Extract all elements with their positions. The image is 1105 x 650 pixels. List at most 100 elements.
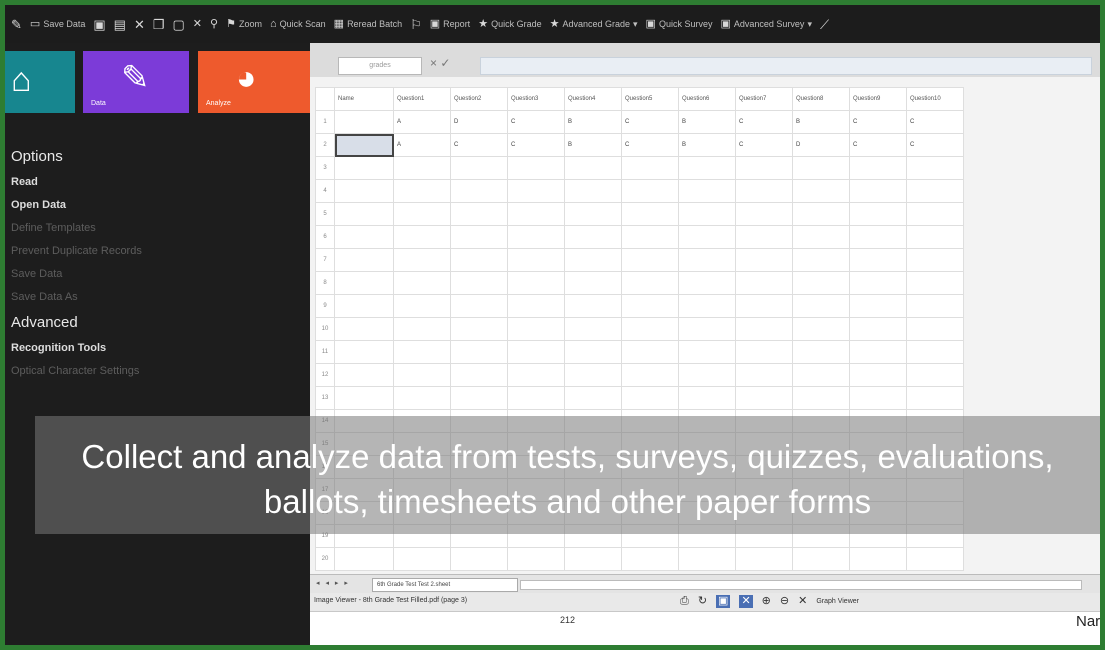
- grid-cell[interactable]: [849, 248, 907, 272]
- grid-cell[interactable]: [621, 363, 679, 387]
- sheet-nav-arrows[interactable]: ◂ ◂ ▸ ▸: [316, 579, 350, 587]
- grid-cell[interactable]: C: [621, 110, 679, 134]
- grid-cell[interactable]: [507, 179, 565, 203]
- row-header[interactable]: 11: [315, 340, 335, 364]
- menu-item-read[interactable]: Read: [11, 171, 142, 194]
- grid-cell[interactable]: [735, 294, 793, 318]
- grid-cell[interactable]: [678, 156, 736, 180]
- row-header[interactable]: 7: [315, 248, 335, 272]
- grid-cell[interactable]: B: [678, 133, 736, 157]
- rotate-icon[interactable]: ↻: [698, 595, 707, 608]
- grid-cell[interactable]: C: [906, 110, 964, 134]
- grid-cell[interactable]: [735, 547, 793, 571]
- row-header[interactable]: 6: [315, 225, 335, 249]
- row-header[interactable]: 12: [315, 363, 335, 387]
- data-tile[interactable]: ✎ Data: [83, 51, 189, 113]
- grid-cell[interactable]: [334, 225, 394, 249]
- grid-cell[interactable]: [735, 340, 793, 364]
- grid-cell[interactable]: [450, 179, 508, 203]
- grid-cell[interactable]: [621, 294, 679, 318]
- grid-cell[interactable]: [735, 317, 793, 341]
- grid-cell[interactable]: [450, 248, 508, 272]
- grid-cell[interactable]: [334, 133, 394, 157]
- formula-input[interactable]: [480, 57, 1092, 75]
- grid-cell[interactable]: [792, 386, 850, 410]
- grid-cell[interactable]: [507, 202, 565, 226]
- grid-cell[interactable]: [507, 386, 565, 410]
- grid-cell[interactable]: [735, 386, 793, 410]
- grid-cell[interactable]: [621, 179, 679, 203]
- grid-cell[interactable]: B: [564, 110, 622, 134]
- grid-corner[interactable]: [315, 87, 335, 111]
- search-icon[interactable]: ⚲: [210, 18, 218, 30]
- report-button[interactable]: ▣ Report: [430, 18, 470, 30]
- formula-controls[interactable]: × ✓: [430, 56, 450, 70]
- menu-item-recognition-tools[interactable]: Recognition Tools: [11, 337, 142, 360]
- grid-cell[interactable]: [450, 271, 508, 295]
- row-header[interactable]: 10: [315, 317, 335, 341]
- grid-cell[interactable]: [393, 340, 451, 364]
- grid-cell[interactable]: [507, 248, 565, 272]
- grid-cell[interactable]: [621, 386, 679, 410]
- reread-batch-button[interactable]: ▦ Reread Batch: [334, 18, 402, 30]
- grid-cell[interactable]: [334, 317, 394, 341]
- grid-cell[interactable]: [621, 248, 679, 272]
- grid-cell[interactable]: [792, 340, 850, 364]
- zoom-in-icon[interactable]: ⊕: [762, 595, 771, 608]
- grid-cell[interactable]: [849, 317, 907, 341]
- graph-viewer-label[interactable]: Graph Viewer: [816, 598, 859, 605]
- grid-cell[interactable]: C: [735, 110, 793, 134]
- column-header[interactable]: Question9: [849, 87, 907, 111]
- menu-item-define-templates[interactable]: Define Templates: [11, 217, 142, 240]
- close-icon[interactable]: ✕: [193, 18, 202, 30]
- grid-cell[interactable]: [849, 179, 907, 203]
- menu-item-ocr-settings[interactable]: Optical Character Settings: [11, 360, 142, 383]
- grid-cell[interactable]: [507, 271, 565, 295]
- grid-cell[interactable]: [621, 547, 679, 571]
- row-header[interactable]: 8: [315, 271, 335, 295]
- quick-grade-button[interactable]: ★ Quick Grade: [478, 18, 541, 30]
- grid-cell[interactable]: [906, 156, 964, 180]
- grid-cell[interactable]: [678, 179, 736, 203]
- column-header[interactable]: Name: [334, 87, 394, 111]
- grid-cell[interactable]: [906, 386, 964, 410]
- grid-cell[interactable]: [450, 340, 508, 364]
- column-header[interactable]: Question4: [564, 87, 622, 111]
- grid-cell[interactable]: [735, 202, 793, 226]
- grid-cell[interactable]: B: [792, 110, 850, 134]
- advanced-grade-button[interactable]: ★ Advanced Grade ▾: [550, 18, 638, 30]
- grid-icon[interactable]: ▤: [114, 18, 126, 31]
- grid-cell[interactable]: [906, 547, 964, 571]
- grid-cell[interactable]: [564, 248, 622, 272]
- grid-cell[interactable]: A: [393, 110, 451, 134]
- grid-cell[interactable]: [334, 179, 394, 203]
- row-header[interactable]: 3: [315, 156, 335, 180]
- grid-cell[interactable]: [393, 156, 451, 180]
- grid-cell[interactable]: [792, 156, 850, 180]
- grid-cell[interactable]: [906, 225, 964, 249]
- grid-cell[interactable]: [735, 156, 793, 180]
- grid-cell[interactable]: [792, 202, 850, 226]
- cut-icon[interactable]: ✕: [134, 18, 145, 31]
- grid-cell[interactable]: [792, 179, 850, 203]
- save-icon[interactable]: ▣: [93, 18, 105, 31]
- grid-cell[interactable]: [678, 225, 736, 249]
- column-header[interactable]: Question8: [792, 87, 850, 111]
- copy-icon[interactable]: ❐: [153, 18, 165, 31]
- menu-item-open-data[interactable]: Open Data: [11, 194, 142, 217]
- column-header[interactable]: Question1: [393, 87, 451, 111]
- grid-cell[interactable]: [564, 317, 622, 341]
- grid-cell[interactable]: [450, 202, 508, 226]
- grid-cell[interactable]: [906, 271, 964, 295]
- column-header[interactable]: Question5: [621, 87, 679, 111]
- grid-cell[interactable]: [334, 271, 394, 295]
- grid-cell[interactable]: [792, 248, 850, 272]
- paste-icon[interactable]: ▢: [173, 18, 185, 31]
- grid-cell[interactable]: [678, 294, 736, 318]
- menu-item-save-data-as[interactable]: Save Data As: [11, 286, 142, 309]
- column-header[interactable]: Question6: [678, 87, 736, 111]
- grid-cell[interactable]: [621, 271, 679, 295]
- grid-cell[interactable]: [507, 317, 565, 341]
- grid-cell[interactable]: [792, 363, 850, 387]
- grid-cell[interactable]: [507, 363, 565, 387]
